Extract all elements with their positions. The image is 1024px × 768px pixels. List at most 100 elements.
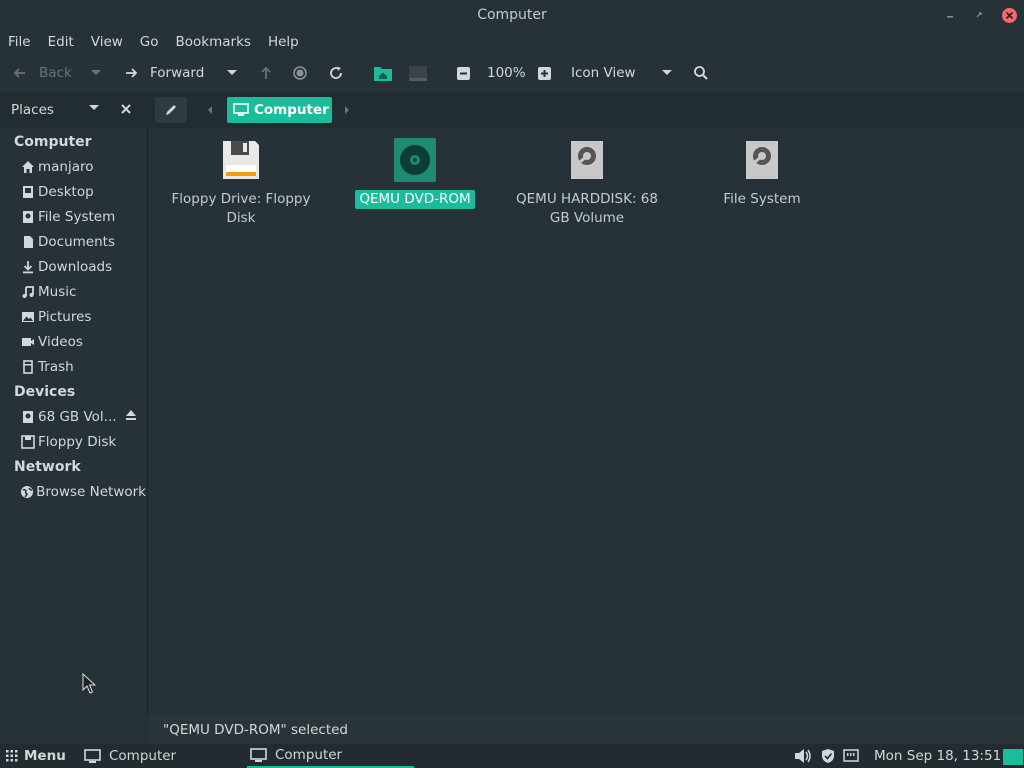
monitor-icon <box>233 103 249 116</box>
search-button[interactable] <box>693 56 709 90</box>
chevron-down-icon <box>91 70 101 75</box>
sidebar-item-label: Trash <box>38 359 74 375</box>
security-tray[interactable] <box>821 744 835 768</box>
file-item-qemu-harddisk[interactable]: QEMU HARDDISK: 68 GB Volume <box>507 138 667 228</box>
arrow-up-icon <box>261 66 271 79</box>
sidebar-item-browse-network[interactable]: Browse Network <box>20 482 146 502</box>
menu-view[interactable]: View <box>91 34 123 50</box>
forward-button[interactable]: Forward <box>123 56 204 90</box>
title-bar: Computer <box>0 0 1024 30</box>
file-item-file-system[interactable]: File System <box>682 138 842 209</box>
network-tray[interactable] <box>843 744 859 768</box>
back-history-dropdown[interactable] <box>90 56 102 90</box>
sidebar-item-videos[interactable]: Videos <box>20 332 146 352</box>
stop-button[interactable] <box>292 56 308 90</box>
zoom-out-button[interactable] <box>457 56 470 90</box>
maximize-button[interactable] <box>970 6 988 24</box>
view-mode-select[interactable]: Icon View <box>571 56 681 90</box>
task-computer-1[interactable]: Computer <box>84 744 176 768</box>
sidebar-item-desktop[interactable]: Desktop <box>20 182 146 202</box>
minimize-button[interactable] <box>941 6 959 24</box>
ethernet-icon <box>843 749 859 762</box>
sidebar-heading-network: Network <box>14 459 81 475</box>
file-item-floppy-drive[interactable]: Floppy Drive: Floppy Disk <box>161 138 321 228</box>
forward-label: Forward <box>150 65 205 81</box>
download-icon <box>20 259 36 275</box>
menu-bookmarks[interactable]: Bookmarks <box>176 34 251 50</box>
menu-bar: File Edit View Go Bookmarks Help <box>0 30 1024 54</box>
network-icon <box>20 484 34 500</box>
monitor-icon <box>250 748 267 762</box>
trash-icon <box>20 359 36 375</box>
pencil-icon <box>166 105 176 115</box>
floppy-icon <box>20 434 36 450</box>
start-menu-button[interactable]: Menu <box>6 744 66 768</box>
sidebar-item-file-system[interactable]: File System <box>20 207 146 227</box>
mouse-cursor <box>82 673 96 695</box>
minimize-icon <box>947 16 953 18</box>
drive-icon <box>20 409 36 425</box>
pointer-cursor-icon <box>82 673 96 694</box>
forward-history-dropdown[interactable] <box>226 56 238 90</box>
file-item-qemu-dvd-rom[interactable]: QEMU DVD-ROM <box>335 138 495 209</box>
computer-button[interactable] <box>408 56 428 90</box>
sidebar-item-label: 68 GB Vol... <box>38 409 117 425</box>
menu-file[interactable]: File <box>8 34 31 50</box>
sidebar-item-pictures[interactable]: Pictures <box>20 307 146 327</box>
dvd-icon <box>394 138 436 182</box>
home-button[interactable] <box>373 56 393 90</box>
places-dropdown-button[interactable] <box>88 104 100 112</box>
sidebar-item-floppy-disk[interactable]: Floppy Disk <box>20 432 146 452</box>
chevron-down-icon <box>227 70 237 75</box>
zoom-in-icon <box>538 66 551 80</box>
breadcrumb-scroll-left[interactable] <box>206 104 214 116</box>
sidebar-item-trash[interactable]: Trash <box>20 357 146 377</box>
places-close-button[interactable] <box>120 103 132 115</box>
close-icon <box>121 104 131 114</box>
file-name: File System <box>723 191 801 207</box>
drive-icon <box>20 209 36 225</box>
arrow-left-icon <box>13 68 25 78</box>
monitor-icon <box>409 66 427 81</box>
stop-icon <box>293 66 307 80</box>
sidebar-item-documents[interactable]: Documents <box>20 232 146 252</box>
breadcrumb-scroll-right[interactable] <box>343 104 351 116</box>
sidebar-item-music[interactable]: Music <box>20 282 146 302</box>
sidebar-item-label: manjaro <box>38 159 94 175</box>
file-view[interactable]: Floppy Drive: Floppy Disk QEMU DVD-ROM Q… <box>149 128 1024 716</box>
monitor-icon <box>84 749 101 763</box>
volume-tray[interactable] <box>794 744 812 768</box>
clock[interactable]: Mon Sep 18, 13:51 <box>874 744 1001 768</box>
menu-edit[interactable]: Edit <box>48 34 74 50</box>
video-icon <box>20 334 36 350</box>
back-button[interactable]: Back <box>12 56 72 90</box>
sidebar-item-label: Documents <box>38 234 115 250</box>
places-header: Places <box>0 92 148 128</box>
reload-button[interactable] <box>328 56 344 90</box>
task-computer-2[interactable]: Computer <box>247 744 414 768</box>
menu-go[interactable]: Go <box>140 34 159 50</box>
maximize-icon <box>976 12 982 18</box>
harddisk-icon <box>741 138 783 182</box>
taskbar: Menu Computer Computer Mon Sep 18, 13:51 <box>0 744 1024 768</box>
sidebar-item-manjaro[interactable]: manjaro <box>20 157 146 177</box>
close-button[interactable] <box>1000 6 1018 24</box>
show-desktop-button[interactable] <box>1003 749 1023 765</box>
up-button[interactable] <box>258 56 274 90</box>
caret-right-icon <box>345 106 349 114</box>
music-icon <box>20 284 36 300</box>
start-menu-label: Menu <box>24 748 66 764</box>
eject-button[interactable] <box>124 409 138 421</box>
shield-icon <box>822 749 834 763</box>
toolbar: Back Forward 100% Icon View <box>0 56 1024 90</box>
breadcrumb-computer[interactable]: Computer <box>227 97 332 123</box>
sidebar-item-downloads[interactable]: Downloads <box>20 257 146 277</box>
home-icon <box>20 159 36 175</box>
menu-help[interactable]: Help <box>268 34 299 50</box>
edit-path-button[interactable] <box>155 97 187 123</box>
sidebar-item-label: Videos <box>38 334 83 350</box>
clock-label: Mon Sep 18, 13:51 <box>874 748 1002 764</box>
desktop-icon <box>20 184 36 200</box>
zoom-in-button[interactable] <box>538 56 551 90</box>
arrow-right-icon <box>126 68 138 78</box>
